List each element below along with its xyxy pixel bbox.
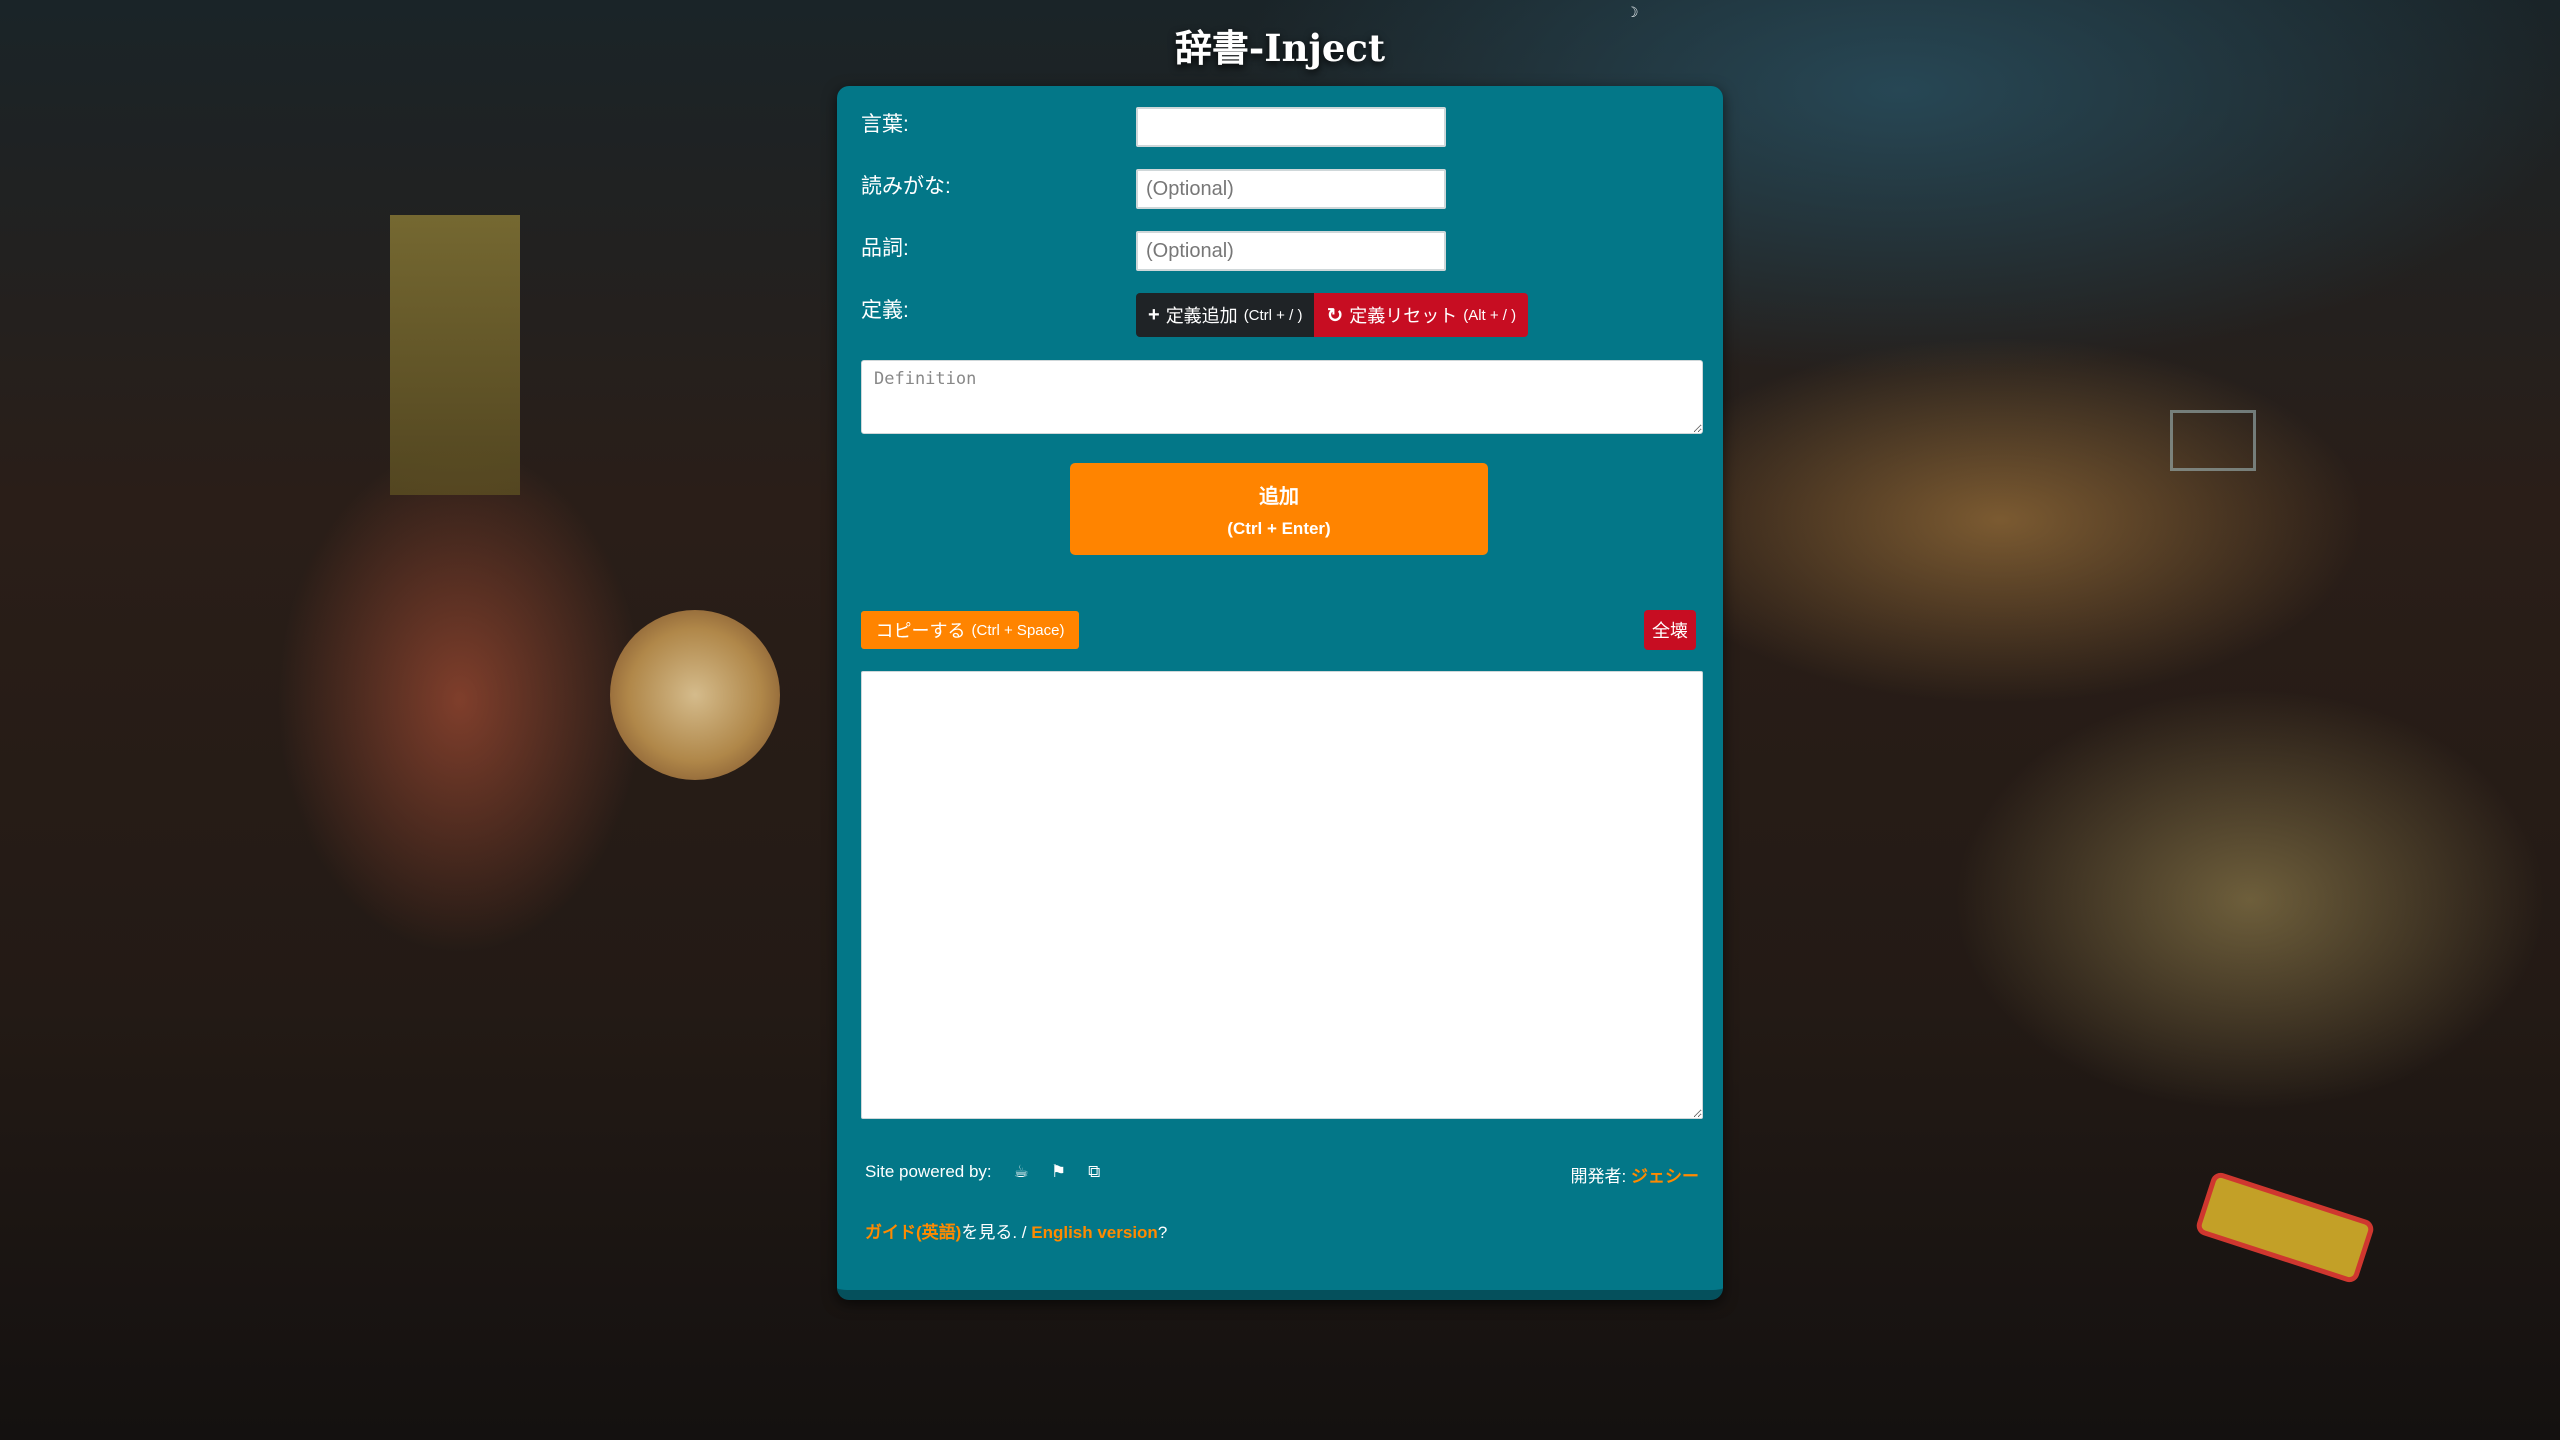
reset-definition-shortcut: (Alt + / ) [1463,306,1517,324]
copy-button-label: コピーする [875,621,966,641]
dictionary-panel: 言葉: 読みがな: 品詞: 定義: + 定義追加 (Ctrl + / ) ↻ 定… [837,86,1723,1300]
reset-definition-label: 定義リセット [1349,306,1458,326]
clear-all-button[interactable]: 全壊 [1644,610,1696,650]
english-suffix: ? [1157,1223,1168,1242]
reading-label: 読みがな: [861,175,951,198]
coffee-icon[interactable]: ☕ [1014,1162,1029,1182]
guide-suffix: を見る. / [961,1223,1032,1242]
background-scenery [390,215,520,495]
part-of-speech-input[interactable] [1136,231,1446,271]
reset-definition-button[interactable]: ↻ 定義リセット (Alt + / ) [1314,293,1529,337]
word-input[interactable] [1136,107,1446,147]
part-of-speech-label: 品詞: [861,237,909,260]
footer-powered-by: Site powered by: ☕ ⚑ ⧉ 開発者: ジェシー [865,1162,1699,1186]
word-label: 言葉: [861,113,909,136]
definition-textarea[interactable] [861,360,1703,434]
reading-row: 読みがな: [861,169,1681,209]
add-entry-button[interactable]: 追加 (Ctrl + Enter) [1070,463,1488,555]
add-entry-shortcut: (Ctrl + Enter) [1227,518,1331,538]
flag-icon[interactable]: ⚑ [1051,1162,1066,1182]
powered-by-label: Site powered by: [865,1162,992,1181]
definition-label: 定義: [861,299,909,322]
developer-credit: 開発者: ジェシー [1571,1162,1699,1187]
copy-button-shortcut: (Ctrl + Space) [971,621,1065,639]
copy-icon[interactable]: ⧉ [1088,1162,1100,1182]
add-definition-shortcut: (Ctrl + / ) [1243,306,1303,324]
reading-input[interactable] [1136,169,1446,209]
developer-label: 開発者: [1570,1167,1627,1186]
output-textarea[interactable] [861,671,1703,1119]
add-definition-button[interactable]: + 定義追加 (Ctrl + / ) [1136,293,1315,337]
copy-button[interactable]: コピーする (Ctrl + Space) [861,611,1079,649]
plus-icon: + [1148,303,1160,326]
definition-row: 定義: + 定義追加 (Ctrl + / ) ↻ 定義リセット (Alt + /… [861,293,1681,337]
word-row: 言葉: [861,107,1681,147]
english-version-link[interactable]: English version [1031,1223,1158,1242]
page-title: 辞書-Inject [1174,26,1386,70]
background-lantern [610,610,780,780]
definition-button-group: + 定義追加 (Ctrl + / ) ↻ 定義リセット (Alt + / ) [1136,293,1529,337]
background-sign [2170,410,2256,471]
add-entry-label: 追加 [1259,485,1299,508]
part-of-speech-row: 品詞: [861,231,1681,271]
background-light [2194,1170,2376,1285]
refresh-icon: ↻ [1326,304,1344,327]
add-definition-label: 定義追加 [1165,306,1238,326]
guide-link[interactable]: ガイド(英語) [865,1223,961,1242]
developer-link[interactable]: ジェシー [1631,1167,1699,1186]
footer-guide: ガイド(英語)を見る. / English version? [865,1218,1699,1243]
